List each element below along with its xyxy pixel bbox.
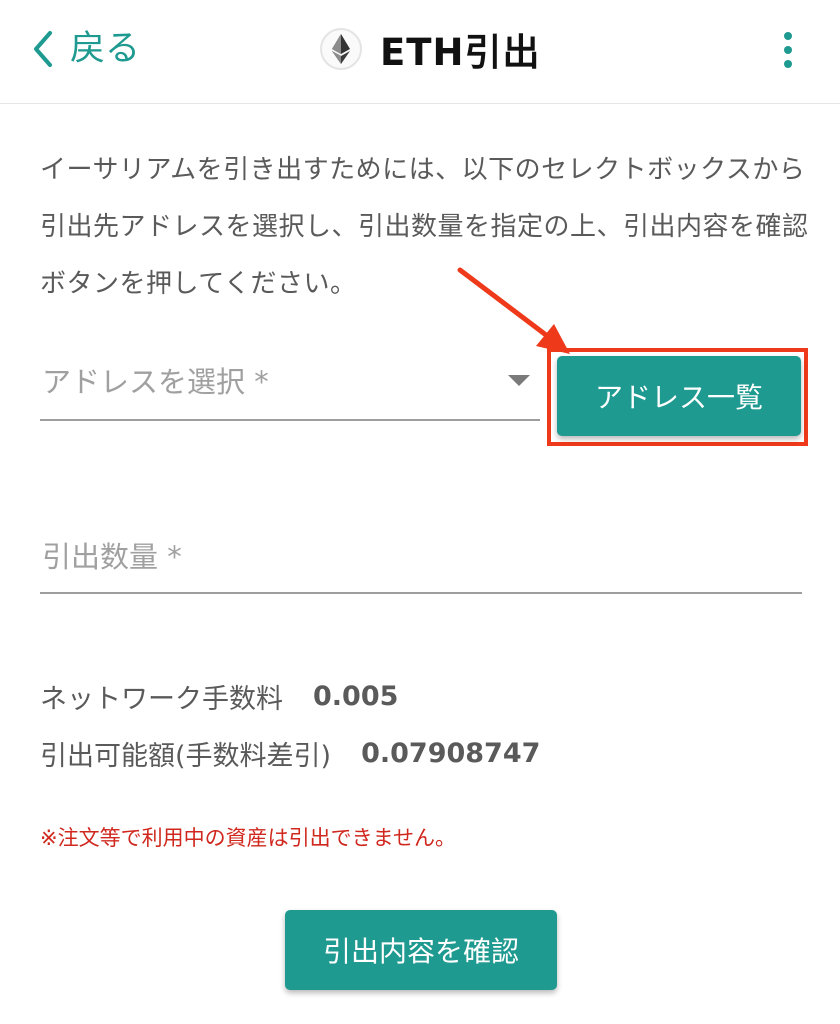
available-amount-value: 0.07908747 [361, 737, 541, 769]
network-fee-label: ネットワーク手数料 [40, 683, 283, 715]
amount-input-placeholder: 引出数量 * [42, 540, 182, 574]
back-button[interactable]: 戻る [30, 24, 140, 74]
ethereum-icon [320, 28, 362, 70]
app-header: 戻る ETH引出 [0, 0, 840, 104]
header-title-group: ETH引出 [320, 26, 540, 74]
address-list-button[interactable]: アドレス一覧 [557, 356, 801, 436]
dropdown-arrow-icon [508, 375, 530, 386]
warning-notice: ※注文等で利用中の資産は引出できません。 [40, 826, 456, 850]
instruction-text: イーサリアムを引き出すためには、以下のセレクトボックスから引出先アドレスを選択し… [40, 155, 809, 299]
chevron-left-icon [34, 31, 52, 67]
available-amount-label: 引出可能額(手数料差引) [40, 740, 332, 772]
confirm-withdrawal-button[interactable]: 引出内容を確認 [285, 910, 557, 990]
page-title: ETH引出 [380, 31, 541, 74]
address-select-placeholder: アドレスを選択 * [42, 365, 269, 399]
amount-input[interactable]: 引出数量 * [40, 520, 802, 594]
back-label: 戻る [70, 29, 141, 69]
available-amount-row: 引出可能額(手数料差引) 0.07908747 [40, 731, 540, 775]
network-fee-value: 0.005 [313, 680, 399, 712]
network-fee-row: ネットワーク手数料 0.005 [40, 674, 398, 718]
more-vertical-icon[interactable] [770, 28, 806, 72]
address-select[interactable]: アドレスを選択 * [40, 345, 540, 421]
